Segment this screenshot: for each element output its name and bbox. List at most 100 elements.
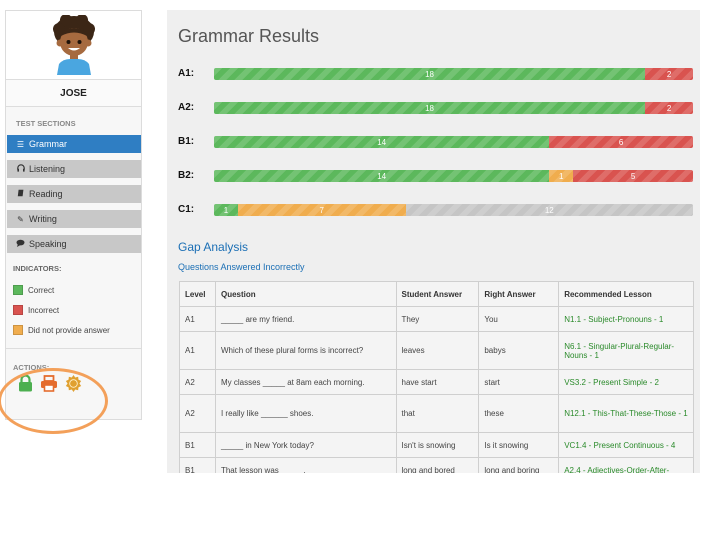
table-cell: B1 [179, 432, 216, 458]
progress-bar: 1 7 12 [214, 204, 693, 216]
list-icon: ☰ [16, 139, 25, 149]
certificate-seal-icon[interactable] [64, 373, 82, 393]
printer-icon[interactable] [40, 373, 58, 393]
level-row-b1: B1: 14 6 [178, 135, 694, 149]
table-row: A2 I really like ______ shoes. that these N1… [179, 394, 694, 433]
indicator-label: Correct [28, 285, 55, 295]
table-cell: B1 [179, 457, 216, 473]
page-title: Grammar Results [178, 26, 320, 46]
progress-bar: 18 2 [214, 102, 693, 114]
column-header: Right Answer [478, 281, 560, 307]
recommended-lesson-link[interactable]: N12.1 - This-That-These-Those - 1 [558, 394, 694, 433]
progress-bar: 14 1 5 [214, 170, 693, 182]
gap-analysis-title: Gap Analysis [178, 240, 249, 254]
table-cell: My classes _____ at 8am each morning. [214, 369, 397, 395]
bar-segment-correct: 18 [214, 68, 646, 80]
table-cell: these [478, 394, 560, 433]
table-cell: have start [395, 369, 480, 395]
bar-segment-noanswer: 1 [549, 170, 574, 182]
recommended-lesson-link[interactable]: VS3.2 - Present Simple - 2 [558, 369, 694, 395]
progress-bar: 14 6 [214, 136, 693, 148]
nav-item-label: Reading [29, 189, 63, 199]
column-header: Question [214, 281, 397, 307]
table-cell: start [478, 369, 560, 395]
level-row-a1: A1: 18 2 [178, 67, 694, 81]
table-cell: Is it snowing [478, 432, 560, 458]
table-cell: Isn't is snowing [395, 432, 480, 458]
nav-item-listening[interactable]: Listening [7, 160, 141, 178]
nav-item-speaking[interactable]: Speaking [7, 235, 141, 253]
indicators-title: INDICATORS: [13, 264, 62, 273]
indicator-label: Did not provide answer [28, 325, 110, 335]
nav-item-label: Speaking [29, 239, 67, 249]
table-cell: A2 [179, 394, 216, 433]
level-row-c1: C1: 1 7 12 [178, 203, 694, 217]
username: JOSE [6, 79, 141, 107]
indicator-correct: Correct [6, 280, 141, 300]
recommended-lesson-link[interactable]: N6.1 - Singular-Plural-Regular-Nouns - 1 [558, 331, 694, 370]
lock-icon[interactable] [16, 373, 34, 393]
table-row: B1 That lesson was _____. long and bored lo… [179, 457, 694, 473]
table-cell: long and bored [395, 457, 480, 473]
table-header-row: Level Question Student Answer Right Answ… [179, 281, 694, 307]
bar-segment-incorrect: 2 [645, 102, 693, 114]
bar-segment-incorrect: 6 [549, 136, 693, 148]
column-header: Level [179, 281, 216, 307]
table-cell: I really like ______ shoes. [214, 394, 397, 433]
avatar [52, 15, 95, 75]
bar-segment-empty: 12 [405, 204, 693, 216]
correct-swatch [13, 285, 23, 295]
nav-item-label: Grammar [29, 139, 67, 149]
headphones-icon [16, 164, 25, 174]
level-label: A2: [178, 102, 195, 113]
table-cell: leaves [395, 331, 480, 370]
indicator-label: Incorrect [28, 305, 60, 315]
nav-item-reading[interactable]: Reading [7, 185, 141, 203]
level-label: C1: [178, 204, 195, 215]
table-cell: _____ are my friend. [214, 306, 397, 332]
actions-bar [6, 373, 141, 393]
table-cell: babys [478, 331, 560, 370]
recommended-lesson-link[interactable]: N1.1 - Subject-Pronouns - 1 [558, 306, 694, 332]
bar-segment-correct: 14 [214, 136, 550, 148]
bar-segment-correct: 18 [214, 102, 646, 114]
speech-bubble-icon [16, 239, 25, 249]
column-header: Student Answer [395, 281, 480, 307]
level-label: B2: [178, 170, 195, 181]
nav-item-writing[interactable]: ✎ Writing [7, 210, 141, 228]
no-answer-swatch [13, 325, 23, 335]
table-cell: long and boring [478, 457, 560, 473]
pencil-icon: ✎ [17, 214, 24, 224]
table-cell: _____ in New York today? [214, 432, 397, 458]
table-cell: They [395, 306, 480, 332]
column-header: Recommended Lesson [558, 281, 694, 307]
level-label: A1: [178, 68, 195, 79]
bar-segment-incorrect: 2 [645, 68, 693, 80]
bar-segment-incorrect: 5 [573, 170, 693, 182]
table-cell: You [478, 306, 560, 332]
level-row-b2: B2: 14 1 5 [178, 169, 694, 183]
nav-item-grammar[interactable]: ☰ Grammar [7, 135, 141, 153]
table-row: B1 _____ in New York today? Isn't is snowi… [179, 432, 694, 458]
gap-analysis-subtitle: Questions Answered Incorrectly [178, 262, 305, 272]
bar-segment-noanswer: 7 [237, 204, 406, 216]
avatar-container [6, 11, 141, 79]
recommended-lesson-link[interactable]: VC1.4 - Present Continuous - 4 [558, 432, 694, 458]
nav-item-label: Listening [29, 164, 66, 174]
indicator-incorrect: Incorrect [6, 300, 141, 320]
test-sections-title: TEST SECTIONS [16, 119, 76, 128]
table-cell: That lesson was _____. [214, 457, 397, 473]
table-row: A1 Which of these plural forms is incorre… [179, 331, 694, 370]
table-cell: that [395, 394, 480, 433]
actions-title: ACTIONS: [13, 363, 50, 372]
results-table: Level Question Student Answer Right Answ… [179, 281, 694, 473]
incorrect-swatch [13, 305, 23, 315]
table-row: A1 _____ are my friend. They You N1.1 - Subj… [179, 306, 694, 332]
book-icon [16, 189, 25, 199]
recommended-lesson-link[interactable]: A2.4 - Adjectives-Order-After- [558, 457, 694, 473]
bar-segment-correct: 1 [214, 204, 238, 216]
level-label: B1: [178, 136, 195, 147]
nav-item-label: Writing [29, 214, 57, 224]
table-cell: A1 [179, 306, 216, 332]
main-panel: Grammar Results A1: 18 2 A2: 18 2 B1: 14 6 … [167, 10, 700, 473]
